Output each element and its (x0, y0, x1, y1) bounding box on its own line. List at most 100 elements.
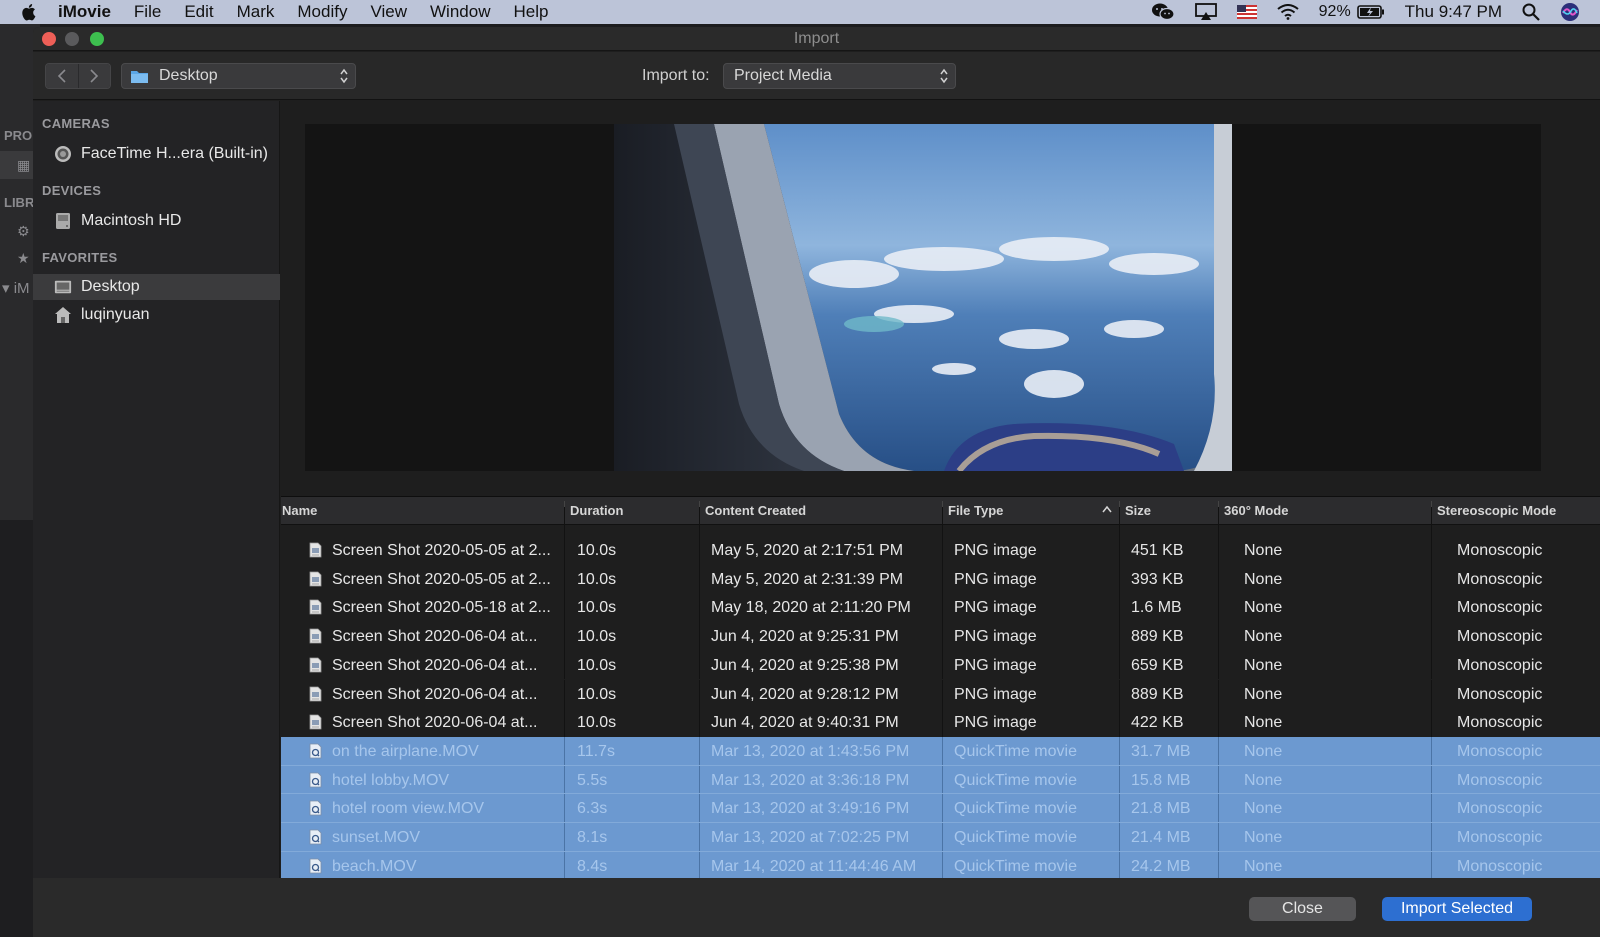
apple-logo-icon[interactable] (20, 3, 36, 21)
import-to-popup-label: Project Media (734, 67, 832, 84)
column-separator (699, 564, 700, 594)
menu-app-name[interactable]: iMovie (58, 2, 111, 22)
window-titlebar: Import (33, 27, 1600, 51)
column-separator (1119, 622, 1120, 651)
cell-360-mode: None (1244, 656, 1283, 674)
forward-button[interactable] (77, 64, 110, 88)
menu-edit[interactable]: Edit (184, 2, 213, 22)
image-file-icon (309, 571, 322, 587)
cell-name: beach.MOV (332, 857, 417, 875)
sidebar-item-macintosh-hd[interactable]: Macintosh HD (33, 208, 280, 234)
bg-star-icon: ★ (17, 250, 30, 266)
menu-bar: iMovie File Edit Mark Modify View Window… (0, 0, 1600, 24)
cell-360-mode: None (1244, 628, 1283, 646)
cell-size: 451 KB (1131, 542, 1184, 559)
table-row[interactable]: hotel lobby.MOV 5.5s Mar 13, 2020 at 3:36:… (281, 765, 1600, 795)
table-row[interactable]: beach.MOV 8.4s Mar 14, 2020 at 11:44:46 AM… (281, 851, 1600, 878)
cell-content-created: Mar 13, 2020 at 1:43:56 PM (711, 742, 910, 760)
column-separator (1431, 593, 1432, 623)
table-row[interactable]: Screen Shot 2020-06-04 at... 10.0s Jun 4, … (281, 622, 1600, 651)
siri-icon[interactable] (1560, 2, 1580, 22)
spotlight-search-icon[interactable] (1522, 3, 1540, 21)
table-row[interactable]: hotel room view.MOV 6.3s Mar 13, 2020 at 3… (281, 794, 1600, 823)
airplay-icon[interactable] (1194, 3, 1217, 21)
column-separator (942, 507, 943, 536)
cell-content-created: Mar 13, 2020 at 3:49:16 PM (711, 800, 910, 818)
cell-file-type: QuickTime movie (954, 771, 1077, 789)
column-separator (564, 823, 565, 851)
column-separator (1119, 564, 1120, 594)
table-row[interactable]: Screen Shot 2020-05-05 at 2... 10.0s May 5… (281, 564, 1600, 594)
menu-modify[interactable]: Modify (297, 2, 347, 22)
bg-libraries-label: LIBR (4, 195, 35, 210)
table-row[interactable]: Screen Shot 2020-05-05 at 2... 10.0s May 5… (281, 536, 1600, 565)
column-separator (1431, 823, 1432, 851)
wifi-icon[interactable] (1277, 4, 1299, 20)
cell-duration: 10.0s (577, 656, 617, 674)
cell-content-created: Mar 13, 2020 at 7:02:25 PM (711, 829, 910, 846)
column-separator (1218, 564, 1219, 594)
cell-file-type: QuickTime movie (954, 742, 1077, 760)
folder-icon (131, 70, 148, 83)
menu-help[interactable]: Help (513, 2, 548, 22)
table-row[interactable]: sunset.MOV 8.1s Mar 13, 2020 at 7:02:25 PM… (281, 823, 1600, 852)
menu-window[interactable]: Window (430, 2, 490, 22)
wechat-icon[interactable] (1151, 2, 1175, 22)
column-separator (564, 564, 565, 594)
camera-icon (54, 145, 72, 163)
menu-view[interactable]: View (370, 2, 407, 22)
column-separator (1119, 794, 1120, 822)
popup-arrows-icon (940, 68, 948, 84)
cell-file-type: PNG image (954, 628, 1037, 646)
cell-360-mode: None (1244, 714, 1283, 732)
image-file-icon (309, 542, 322, 558)
column-separator (564, 851, 565, 878)
table-row[interactable]: Screen Shot 2020-06-04 at... 10.0s Jun 4, … (281, 650, 1600, 680)
sidebar-item-home[interactable]: luqinyuan (33, 302, 280, 328)
table-row[interactable] (281, 507, 1600, 536)
cell-name: Screen Shot 2020-06-04 at... (332, 628, 538, 646)
cell-size: 1.6 MB (1131, 599, 1182, 617)
cell-size: 889 KB (1131, 628, 1184, 646)
cell-stereoscopic-mode: Monoscopic (1457, 742, 1543, 760)
column-separator (942, 708, 943, 737)
column-separator (699, 823, 700, 851)
menu-mark[interactable]: Mark (237, 2, 275, 22)
cell-name: Screen Shot 2020-05-05 at 2... (332, 542, 551, 559)
cell-stereoscopic-mode: Monoscopic (1457, 628, 1543, 646)
us-flag-icon[interactable] (1236, 5, 1257, 19)
column-separator (1119, 536, 1120, 565)
import-to-popup[interactable]: Project Media (723, 63, 956, 89)
sidebar-header-cameras: CAMERAS (42, 116, 110, 131)
column-separator (699, 650, 700, 680)
sidebar-item-desktop[interactable]: Desktop (33, 274, 280, 300)
import-toolbar: Desktop Import to: Project Media (33, 52, 1600, 100)
menubar-clock[interactable]: Thu 9:47 PM (1405, 2, 1502, 22)
column-separator (1218, 708, 1219, 737)
menu-file[interactable]: File (134, 2, 161, 22)
table-row[interactable]: on the airplane.MOV 11.7s Mar 13, 2020 at … (281, 736, 1600, 766)
back-button[interactable] (46, 64, 78, 88)
column-separator (942, 593, 943, 623)
cell-duration: 10.0s (577, 599, 617, 617)
cell-name: Screen Shot 2020-06-04 at... (332, 714, 538, 732)
table-row[interactable]: Screen Shot 2020-06-04 at... 10.0s Jun 4, … (281, 708, 1600, 737)
import-selected-button[interactable]: Import Selected (1382, 897, 1532, 921)
column-separator (699, 536, 700, 565)
column-separator (942, 794, 943, 822)
sidebar-header-favorites: FAVORITES (42, 250, 118, 265)
sidebar-item-facetime-camera[interactable]: FaceTime H...era (Built-in) (33, 141, 280, 167)
column-separator (699, 679, 700, 709)
column-separator (564, 679, 565, 709)
column-separator (942, 564, 943, 594)
column-separator (1218, 794, 1219, 822)
hard-drive-icon (54, 212, 72, 230)
table-row[interactable]: Screen Shot 2020-06-04 at... 10.0s Jun 4, … (281, 679, 1600, 709)
cell-360-mode: None (1244, 771, 1283, 789)
table-row[interactable]: Screen Shot 2020-05-18 at 2... 10.0s May 1… (281, 593, 1600, 623)
column-separator (1431, 650, 1432, 680)
import-window: Import Desktop Import to: Project Media … (33, 27, 1600, 937)
close-button[interactable]: Close (1249, 897, 1356, 921)
battery-status[interactable]: 92% (1319, 3, 1385, 21)
location-popup[interactable]: Desktop (121, 63, 356, 89)
